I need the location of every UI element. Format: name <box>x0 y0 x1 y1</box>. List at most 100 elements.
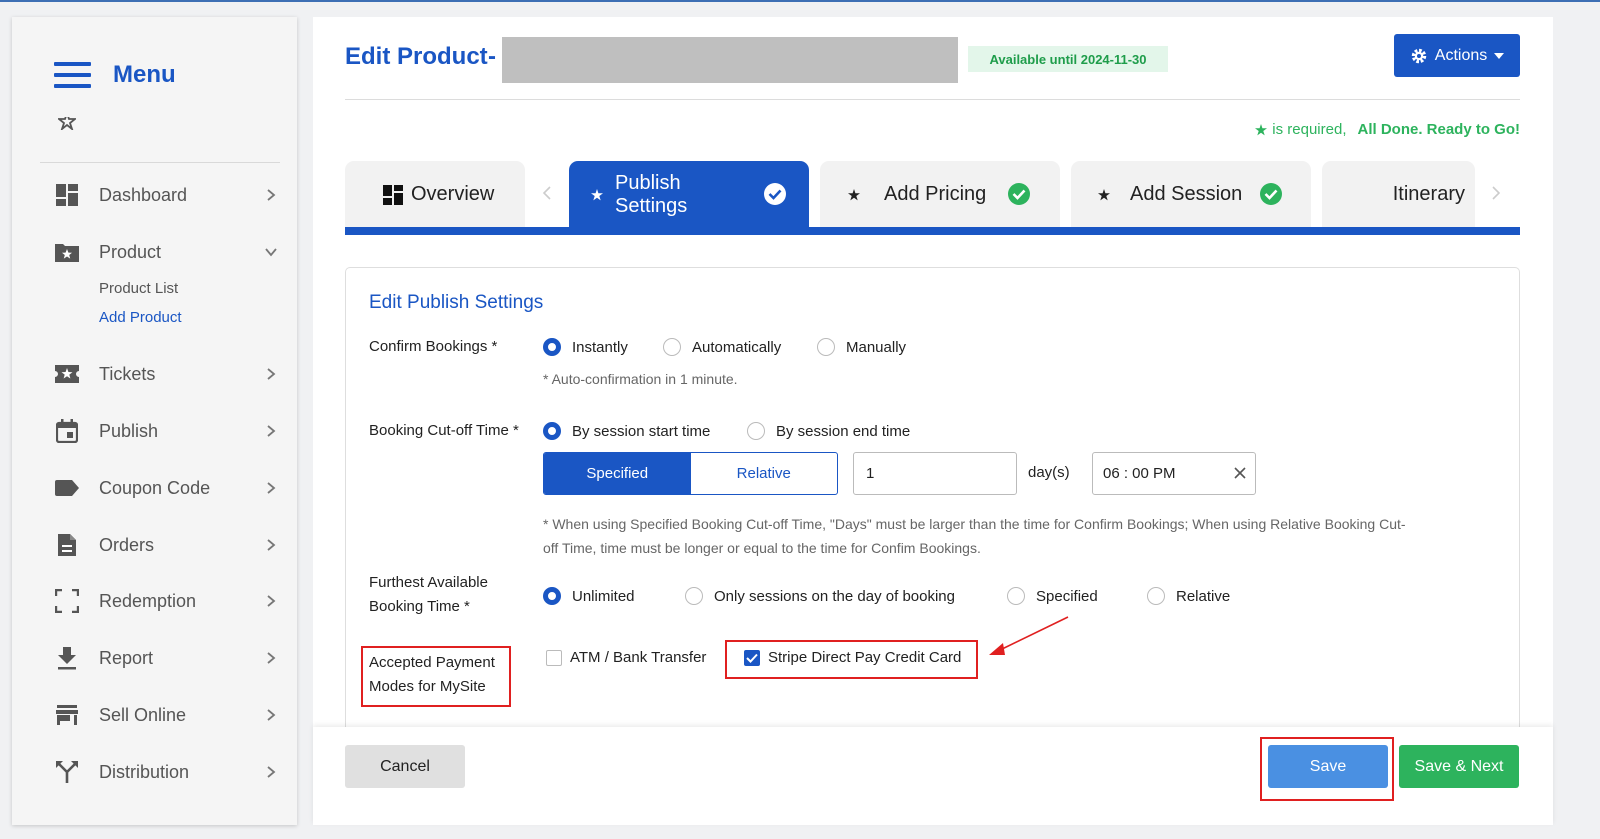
check-circle-icon <box>1260 183 1282 205</box>
tab-label-line2: Settings <box>615 194 688 217</box>
sidebar-item-label: Tickets <box>99 363 156 384</box>
radio-dot[interactable] <box>817 338 835 356</box>
radio-cutoff-start[interactable]: By session start time <box>543 422 710 440</box>
radio-dot[interactable] <box>747 422 765 440</box>
availability-badge: Available until 2024-11-30 <box>968 46 1168 72</box>
radio-furthest-relative[interactable]: Relative <box>1147 587 1230 605</box>
tab-itinerary[interactable]: Itinerary <box>1322 161 1475 228</box>
time-input[interactable]: 06 : 00 PM <box>1092 452 1256 495</box>
toggle-specified[interactable]: Specified <box>544 453 691 494</box>
page-title: Edit Product <box>345 43 488 70</box>
auto-confirm-note: * Auto-confirmation in 1 minute. <box>543 371 738 387</box>
days-input[interactable]: 1 <box>853 452 1017 495</box>
radio-confirm-manually[interactable]: Manually <box>817 338 906 356</box>
close-icon[interactable] <box>1233 466 1247 480</box>
sidebar-item-distribution[interactable]: Distribution <box>12 752 297 792</box>
chevron-right-icon <box>267 652 276 664</box>
sidebar-item-report[interactable]: Report <box>12 638 297 678</box>
radio-confirm-automatically[interactable]: Automatically <box>663 338 781 356</box>
tab-label: Overview <box>411 183 495 205</box>
radio-label: Specified <box>1036 587 1098 605</box>
sidebar-item-coupon-code[interactable]: Coupon Code <box>12 468 297 508</box>
checkbox-box[interactable] <box>546 649 562 666</box>
sidebar-item-publish[interactable]: Publish <box>12 411 297 451</box>
sidebar-divider <box>40 162 280 163</box>
radio-dot[interactable] <box>685 587 703 605</box>
radio-dot[interactable] <box>1147 587 1165 605</box>
label-line1: Furthest Available <box>369 574 488 591</box>
radio-confirm-instantly[interactable]: Instantly <box>543 338 628 356</box>
tab-overview[interactable]: Overview <box>345 161 525 228</box>
download-icon <box>54 645 80 671</box>
top-accent-line <box>0 0 1600 2</box>
radio-label: Only sessions on the day of booking <box>714 587 955 605</box>
sidebar-subitem-add-product[interactable]: Add Product <box>99 309 182 326</box>
form-footer: Cancel Save Save & Next <box>313 727 1553 825</box>
actions-button[interactable]: Actions <box>1394 34 1520 77</box>
check-circle-icon <box>764 183 786 205</box>
required-text: is required, <box>1272 121 1347 138</box>
tag-icon <box>54 475 80 501</box>
chevron-right-icon[interactable] <box>1490 185 1502 201</box>
chevron-right-icon <box>267 482 276 494</box>
radio-furthest-same-day[interactable]: Only sessions on the day of booking <box>685 587 955 605</box>
sidebar-subitem-product-list[interactable]: Product List <box>99 280 178 297</box>
sidebar-item-product[interactable]: Product <box>12 232 297 272</box>
radio-label: Relative <box>1176 587 1231 605</box>
cancel-button[interactable]: Cancel <box>345 745 465 788</box>
chevron-right-icon <box>267 766 276 778</box>
hamburger-icon[interactable] <box>54 62 91 88</box>
tab-underline <box>345 227 1520 235</box>
sidebar-item-redemption[interactable]: Redemption <box>12 581 297 621</box>
sidebar-item-sell-online[interactable]: Sell Online <box>12 695 297 735</box>
tab-add-pricing[interactable]: Add Pricing <box>820 161 1060 228</box>
cutoff-note-line2: off Time, time must be longer or equal t… <box>543 540 981 556</box>
save-and-next-button[interactable]: Save & Next <box>1399 745 1519 788</box>
redacted-product-name <box>502 37 958 83</box>
tab-add-session[interactable]: Add Session <box>1071 161 1311 228</box>
radio-furthest-unlimited[interactable]: Unlimited <box>543 587 635 605</box>
radio-cutoff-end[interactable]: By session end time <box>747 422 910 440</box>
tab-publish-settings[interactable]: Publish Settings <box>569 161 809 228</box>
highlight-box-payment-label <box>361 646 511 707</box>
cutoff-time-label: Booking Cut-off Time * <box>369 422 519 439</box>
fork-icon <box>54 759 80 785</box>
radio-dot[interactable] <box>1007 587 1025 605</box>
chevron-right-icon <box>267 368 276 380</box>
tab-label: Add Pricing <box>884 183 987 205</box>
gear-icon <box>1411 48 1427 63</box>
menu-header[interactable]: Menu <box>54 61 176 89</box>
cutoff-note-line1: * When using Specified Booking Cut-off T… <box>543 516 1406 532</box>
radio-dot[interactable] <box>543 587 561 605</box>
star-outline-icon <box>58 117 76 131</box>
highlight-box-stripe <box>725 640 978 679</box>
radio-dot[interactable] <box>543 338 561 356</box>
check-circle-icon <box>1008 183 1030 205</box>
radio-dot[interactable] <box>663 338 681 356</box>
chevron-down-icon <box>265 248 277 257</box>
sidebar-item-label: Sell Online <box>99 704 187 725</box>
folder-star-icon <box>54 239 80 265</box>
main-panel: Edit Product - Available until 2024-11-3… <box>313 17 1553 825</box>
store-icon <box>54 702 80 728</box>
time-value: 06 : 00 PM <box>1103 465 1176 482</box>
radio-dot[interactable] <box>543 422 561 440</box>
sidebar-item-orders[interactable]: Orders <box>12 525 297 565</box>
chevron-right-icon <box>267 539 276 551</box>
radio-furthest-specified[interactable]: Specified <box>1007 587 1098 605</box>
dashboard-icon <box>54 182 80 208</box>
chevron-right-icon <box>267 709 276 721</box>
chevron-right-icon <box>267 595 276 607</box>
sidebar-item-tickets[interactable]: Tickets <box>12 354 297 394</box>
header-divider <box>345 99 1520 100</box>
chevron-left-icon[interactable] <box>541 185 553 201</box>
checkbox-atm-bank-transfer[interactable]: ATM / Bank Transfer <box>546 649 706 666</box>
ticket-icon <box>54 361 80 387</box>
red-arrow-icon <box>989 616 1069 655</box>
sidebar-item-label: Coupon Code <box>99 477 211 498</box>
days-unit-label: day(s) <box>1028 464 1070 481</box>
menu-title: Menu <box>113 61 176 88</box>
sidebar-item-dashboard[interactable]: Dashboard <box>12 175 297 215</box>
toggle-relative[interactable]: Relative <box>691 453 838 494</box>
radio-label: Instantly <box>572 338 628 356</box>
